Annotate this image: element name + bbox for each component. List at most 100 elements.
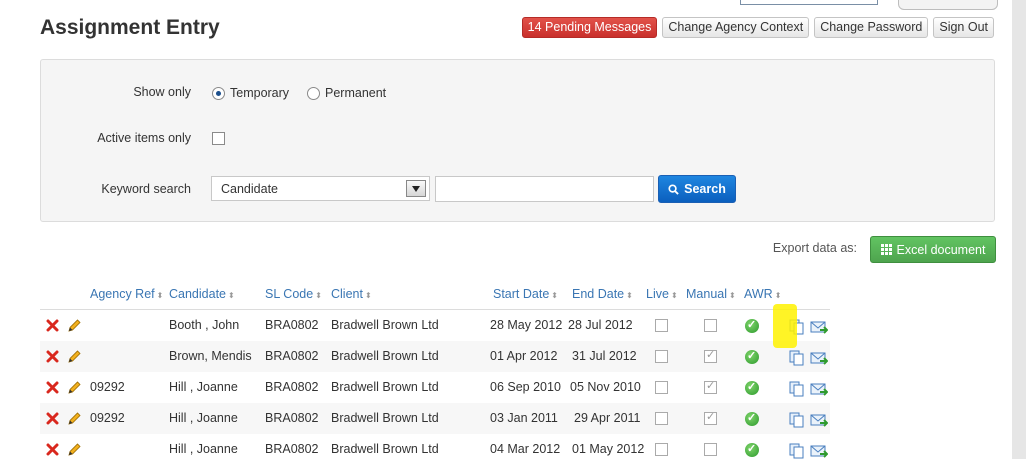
awr-check-icon [745,349,759,364]
cell-start-date: 04 Mar 2012 [490,442,561,456]
chevron-down-icon[interactable] [406,180,426,197]
header-awr[interactable]: AWR ⬍ [744,287,781,301]
manual-checkbox[interactable] [704,443,717,456]
cell-end-date: 28 Jul 2012 [568,318,633,332]
header-candidate[interactable]: Candidate ⬍ [169,287,235,301]
email-forward-icon[interactable] [810,381,828,397]
excel-export-button[interactable]: Excel document [870,236,996,263]
cell-candidate: Hill , Joanne [169,442,238,456]
sort-icon: ⬍ [156,291,164,300]
cell-sl-code: BRA0802 [265,318,319,332]
cell-sl-code: BRA0802 [265,380,319,394]
delete-icon[interactable] [46,381,59,394]
copy-icon[interactable] [789,443,805,459]
manual-checkbox[interactable] [704,319,717,332]
top-partial-field [740,0,878,5]
email-forward-icon[interactable] [810,412,828,428]
header-client[interactable]: Client ⬍ [331,287,372,301]
keyword-search-input[interactable] [435,176,654,202]
header-live[interactable]: Live ⬍ [646,287,678,301]
top-partial-button[interactable] [898,0,998,10]
table-row: Brown, Mendis BRA0802 Bradwell Brown Ltd… [40,341,830,372]
edit-pencil-icon[interactable] [66,442,82,458]
keyword-field-select[interactable]: Candidate [211,176,430,201]
live-checkbox[interactable] [655,443,668,456]
email-forward-icon[interactable] [810,350,828,366]
cell-candidate: Booth , John [169,318,240,332]
live-checkbox[interactable] [655,319,668,332]
sort-icon: ⬍ [315,291,322,300]
cell-start-date: 01 Apr 2012 [490,349,558,363]
permanent-label[interactable]: Permanent [325,86,386,100]
header-sl-code-label: SL Code [265,287,314,301]
manual-checkbox[interactable] [704,379,717,394]
change-agency-context-button[interactable]: Change Agency Context [662,17,810,38]
keyword-search-label: Keyword search [101,182,191,196]
search-icon [668,183,679,195]
manual-checkbox[interactable] [704,348,717,363]
pending-messages-button[interactable]: 14 Pending Messages [521,17,658,38]
header-awr-label: AWR [744,287,773,301]
cell-candidate: Hill , Joanne [169,411,238,425]
edit-pencil-icon[interactable] [66,380,82,396]
header-sl-code[interactable]: SL Code ⬍ [265,287,322,301]
header-client-label: Client [331,287,363,301]
header-start-date[interactable]: Start Date ⬍ [493,287,558,301]
cell-sl-code: BRA0802 [265,442,319,456]
header-manual[interactable]: Manual ⬍ [686,287,736,301]
copy-icon[interactable] [789,381,805,397]
email-forward-icon[interactable] [810,443,828,459]
temporary-label[interactable]: Temporary [230,86,289,100]
edit-pencil-icon[interactable] [66,349,82,365]
awr-check-icon [745,380,759,395]
live-checkbox[interactable] [655,381,668,394]
header-live-label: Live [646,287,669,301]
email-forward-icon[interactable] [810,319,828,335]
table-row: 09292 Hill , Joanne BRA0802 Bradwell Bro… [40,372,830,403]
cell-candidate: Brown, Mendis [169,349,252,363]
manual-checkbox[interactable] [704,410,717,425]
cell-agency-ref: 09292 [90,411,125,425]
awr-check-icon [745,411,759,426]
delete-icon[interactable] [46,319,59,332]
cell-sl-code: BRA0802 [265,411,319,425]
cell-end-date: 29 Apr 2011 [574,411,641,425]
header-start-date-label: Start Date [493,287,550,301]
page-title: Assignment Entry [40,16,220,39]
excel-button-label: Excel document [896,242,986,257]
awr-check-icon [745,442,759,457]
sort-icon: ⬍ [551,291,558,300]
cell-client: Bradwell Brown Ltd [331,349,439,363]
sort-icon: ⬍ [626,291,633,300]
cell-client: Bradwell Brown Ltd [331,380,439,394]
edit-pencil-icon[interactable] [66,411,82,427]
delete-icon[interactable] [46,443,59,456]
search-button[interactable]: Search [658,175,736,203]
delete-icon[interactable] [46,412,59,425]
cell-start-date: 06 Sep 2010 [490,380,561,394]
top-button-bar: 14 Pending Messages Change Agency Contex… [521,17,994,38]
cell-client: Bradwell Brown Ltd [331,318,439,332]
copy-icon[interactable] [789,350,805,366]
change-password-button[interactable]: Change Password [814,17,929,38]
live-checkbox[interactable] [655,412,668,425]
header-end-date-label: End Date [572,287,625,301]
edit-pencil-icon[interactable] [66,318,82,334]
permanent-radio[interactable] [307,87,320,100]
live-checkbox[interactable] [655,350,668,363]
active-items-checkbox[interactable] [212,132,225,145]
awr-check-icon [745,318,759,333]
header-agency-ref[interactable]: Agency Ref ⬍ [90,287,163,301]
copy-icon[interactable] [789,412,805,428]
table-row: Hill , Joanne BRA0802 Bradwell Brown Ltd… [40,434,830,465]
filter-panel: Show only Temporary Permanent Active ite… [40,59,995,222]
sign-out-button[interactable]: Sign Out [933,17,994,38]
keyword-field-value: Candidate [221,182,278,196]
header-end-date[interactable]: End Date ⬍ [572,287,633,301]
sort-icon: ⬍ [228,291,235,300]
temporary-radio[interactable] [212,87,225,100]
delete-icon[interactable] [46,350,59,363]
grid-icon [880,244,892,255]
right-scroll-edge [1012,0,1026,459]
sort-icon: ⬍ [774,291,782,300]
